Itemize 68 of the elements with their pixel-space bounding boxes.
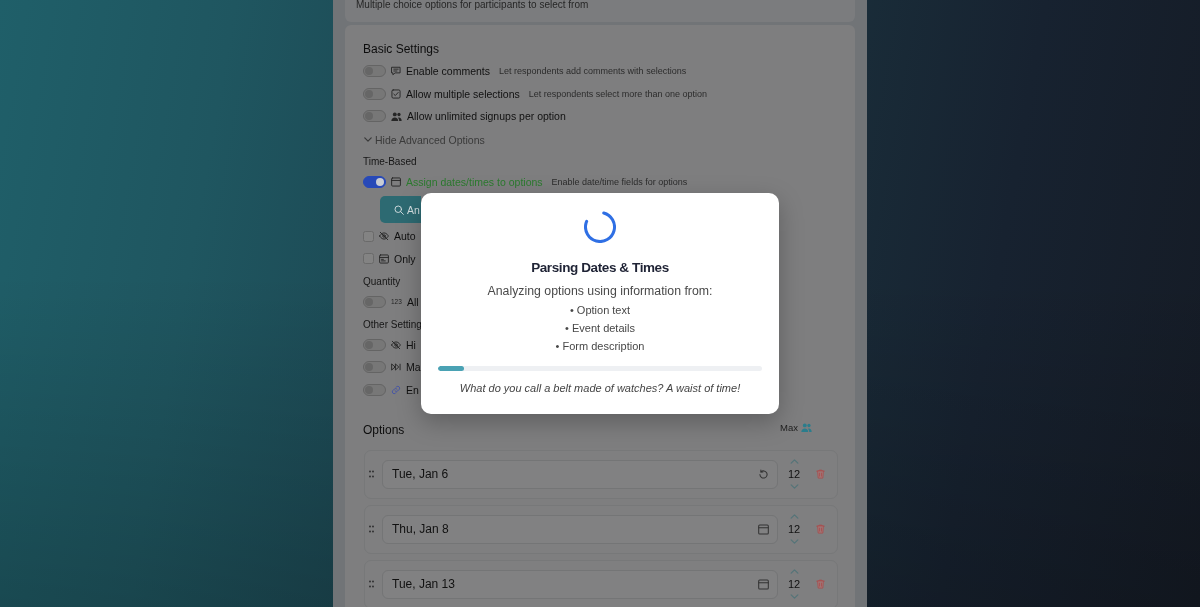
- loading-spinner-icon: [584, 211, 616, 243]
- joke-text: What do you call a belt made of watches? A waist of time!: [459, 381, 741, 396]
- toggle-switch[interactable]: [363, 65, 386, 78]
- setting-label: All: [407, 295, 419, 308]
- setting-label: Assign dates/times to options: [406, 176, 543, 189]
- drag-handle-icon[interactable]: [369, 580, 374, 588]
- toggle-switch[interactable]: [363, 295, 386, 308]
- option-date-field[interactable]: Tue, Jan 13: [382, 569, 778, 599]
- checked-square-icon: [391, 88, 401, 99]
- max-column-label: Max: [780, 422, 798, 433]
- search-icon: [394, 204, 404, 215]
- checkbox[interactable]: [363, 253, 374, 265]
- toggle-switch[interactable]: [363, 176, 386, 189]
- toggle-switch[interactable]: [363, 110, 386, 123]
- setting-hint: Let respondents add comments with selections: [499, 66, 687, 77]
- setting-hint: Enable date/time fields for options: [551, 177, 688, 188]
- dialog-message: Analyzing options using information from:: [487, 283, 713, 299]
- setting-label: Ma: [406, 361, 421, 374]
- dialog-title: Parsing Dates & Times: [531, 259, 669, 277]
- chevron-down-icon[interactable]: [789, 539, 799, 544]
- toggle-switch[interactable]: [363, 338, 386, 351]
- group-label: Time-Based: [363, 155, 417, 169]
- setting-label: Only: [394, 252, 416, 265]
- chevron-up-icon[interactable]: [789, 569, 799, 574]
- action-button[interactable]: An: [380, 196, 421, 223]
- setting-label: Allow unlimited signups per option: [407, 110, 566, 123]
- chevron-up-icon[interactable]: [789, 514, 799, 519]
- section-heading: Basic Settings: [363, 41, 440, 57]
- trash-icon[interactable]: [816, 579, 825, 589]
- section-heading: Options: [363, 422, 405, 437]
- eye-slash-icon: [379, 231, 389, 242]
- option-date-field[interactable]: Thu, Jan 8: [382, 514, 778, 544]
- setting-hint: Let respondents select more than one option: [528, 88, 707, 99]
- source-item: • Form description: [555, 339, 645, 354]
- setting-label: En: [406, 383, 419, 396]
- source-item: • Option text: [569, 303, 631, 318]
- trash-icon[interactable]: [816, 524, 825, 534]
- chevron-up-icon[interactable]: [789, 459, 799, 464]
- chevron-down-icon[interactable]: [789, 594, 799, 599]
- setting-label: Enable comments: [406, 65, 491, 78]
- toggle-switch[interactable]: [363, 361, 386, 374]
- chevron-down-icon[interactable]: [789, 484, 799, 489]
- source-item: • Event details: [565, 321, 635, 336]
- option-date-field[interactable]: Tue, Jan 6: [382, 459, 778, 489]
- advanced-options-link[interactable]: Hide Advanced Options: [363, 128, 485, 151]
- eye-slash-icon: [391, 339, 401, 350]
- setting-label: Hi: [406, 338, 416, 351]
- window-icon: [379, 253, 389, 264]
- people-icon: [391, 111, 402, 121]
- toggle-switch[interactable]: [363, 383, 386, 396]
- setting-label: Auto: [394, 230, 416, 243]
- toggle-switch[interactable]: [363, 87, 386, 100]
- people-icon: [801, 423, 812, 432]
- skip-forward-icon: [391, 362, 401, 373]
- drag-handle-icon[interactable]: [369, 470, 374, 478]
- checkbox[interactable]: [363, 230, 374, 242]
- drag-handle-icon[interactable]: [369, 525, 374, 533]
- group-label: Quantity: [363, 274, 401, 289]
- speech-bubble-icon: [391, 66, 401, 77]
- max-count-field[interactable]: 12: [787, 467, 801, 481]
- calendar-icon: [391, 177, 401, 188]
- link-icon: [391, 384, 401, 395]
- max-count-field[interactable]: 12: [787, 577, 801, 591]
- group-label: Other Setting: [363, 317, 422, 332]
- setting-label: Allow multiple selections: [406, 87, 520, 100]
- max-count-field[interactable]: 12: [787, 522, 801, 536]
- trash-icon[interactable]: [816, 469, 825, 479]
- form-description: Multiple choice options for participants to select from: [356, 0, 590, 10]
